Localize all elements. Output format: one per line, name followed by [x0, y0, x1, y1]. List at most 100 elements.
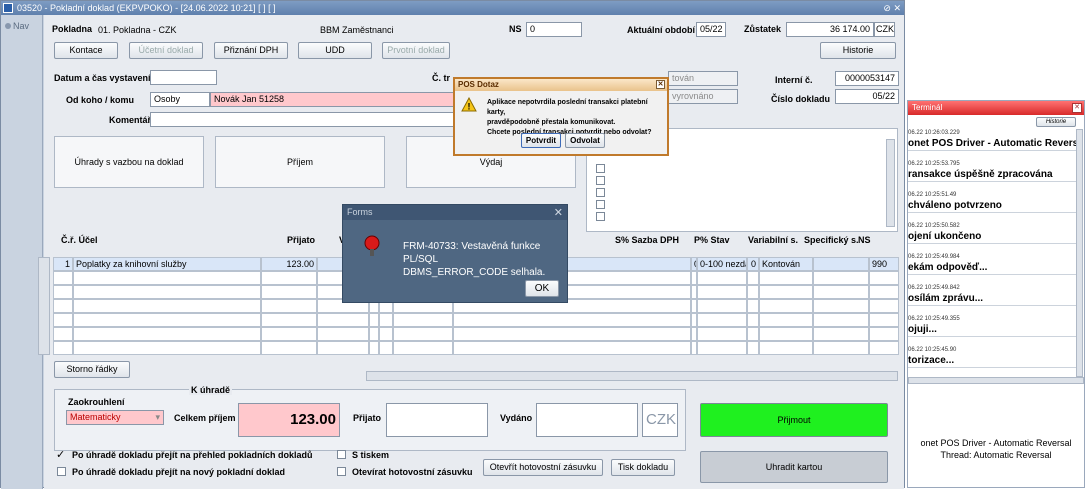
forms-close-icon[interactable]: ✕ — [554, 206, 563, 221]
table-cell[interactable] — [317, 341, 369, 355]
table-cell[interactable] — [379, 341, 393, 355]
potvrdit-button[interactable]: Potvrdit — [521, 133, 561, 148]
table-cell[interactable] — [393, 313, 453, 327]
panel-checkbox-3[interactable] — [596, 188, 605, 197]
uhrady-tile[interactable]: Úhrady s vazbou na doklad — [54, 136, 204, 188]
table-cell[interactable]: 1 — [53, 257, 73, 271]
table-cell[interactable] — [759, 341, 813, 355]
prvotni-doklad-button[interactable]: Prvotní doklad — [382, 42, 450, 59]
table-cell[interactable] — [747, 327, 759, 341]
table-cell[interactable] — [747, 299, 759, 313]
udd-button[interactable]: UDD — [298, 42, 372, 59]
table-cell[interactable] — [697, 285, 747, 299]
table-cell[interactable] — [317, 313, 369, 327]
table-cell[interactable]: 990 — [869, 257, 899, 271]
komentar-field[interactable] — [150, 112, 456, 127]
table-row[interactable] — [53, 327, 901, 341]
ok-button[interactable]: OK — [525, 280, 559, 297]
table-cell[interactable] — [53, 341, 73, 355]
table-cell[interactable] — [369, 313, 379, 327]
table-cell[interactable] — [73, 285, 261, 299]
table-cell[interactable] — [813, 341, 869, 355]
panel-checkbox-1[interactable] — [596, 164, 605, 173]
table-cell[interactable] — [747, 285, 759, 299]
table-cell[interactable] — [53, 271, 73, 285]
close-icon[interactable]: ✕ — [656, 80, 665, 89]
table-cell[interactable]: 0 — [747, 257, 759, 271]
table-cell[interactable] — [747, 271, 759, 285]
prijmout-button[interactable]: Přijmout — [700, 403, 888, 437]
table-cell[interactable] — [261, 285, 317, 299]
cislo-field[interactable]: 05/22 — [835, 89, 899, 104]
table-cell[interactable] — [453, 313, 691, 327]
table-cell[interactable] — [869, 299, 899, 313]
table-cell[interactable] — [697, 271, 747, 285]
panel-checkbox-2[interactable] — [596, 176, 605, 185]
table-cell[interactable]: 0-100 nezdanite — [697, 257, 747, 271]
table-cell[interactable] — [813, 327, 869, 341]
panel-checkbox-5[interactable] — [596, 212, 605, 221]
historie-button[interactable]: Historie — [820, 42, 896, 59]
zaokrouhleni-select[interactable]: Matematicky ▾ — [66, 410, 164, 425]
table-cell[interactable] — [697, 299, 747, 313]
table-cell[interactable] — [869, 271, 899, 285]
kontace-button[interactable]: Kontace — [54, 42, 118, 59]
table-cell[interactable] — [759, 285, 813, 299]
table-cell[interactable] — [379, 327, 393, 341]
table-cell[interactable] — [73, 327, 261, 341]
datum-field[interactable] — [150, 70, 217, 85]
nav-panel[interactable]: Nav — [1, 15, 43, 489]
prijato-field[interactable] — [386, 403, 488, 437]
table-cell[interactable] — [379, 313, 393, 327]
table-cell[interactable] — [697, 341, 747, 355]
table-cell[interactable] — [813, 299, 869, 313]
od-name-field[interactable]: Novák Jan 51258 — [210, 92, 456, 107]
terminal-close-icon[interactable]: ✕ — [1072, 103, 1082, 113]
table-cell[interactable] — [747, 341, 759, 355]
table-row[interactable] — [53, 313, 901, 327]
obdobi-field[interactable]: 05/22 — [696, 22, 726, 37]
table-cell[interactable] — [453, 327, 691, 341]
checkbox-1-checked-icon[interactable]: ✓ — [56, 448, 65, 461]
ns-field[interactable]: 0 — [526, 22, 582, 37]
table-cell[interactable] — [759, 271, 813, 285]
panel-scrollbar[interactable] — [886, 139, 895, 227]
table-cell[interactable] — [393, 327, 453, 341]
table-cell[interactable] — [813, 257, 869, 271]
grid-horizontal-scrollbar[interactable] — [366, 371, 898, 381]
table-cell[interactable] — [73, 271, 261, 285]
table-cell[interactable] — [813, 285, 869, 299]
table-cell[interactable] — [317, 327, 369, 341]
otevrit-zasuvku-button[interactable]: Otevřít hotovostní zásuvku — [483, 459, 603, 476]
prijem-tile[interactable]: Příjem — [215, 136, 385, 188]
ucetni-doklad-button[interactable]: Účetní doklad — [129, 42, 203, 59]
table-cell[interactable]: Kontován — [759, 257, 813, 271]
od-type-field[interactable]: Osoby — [150, 92, 210, 107]
table-cell[interactable] — [759, 327, 813, 341]
checkbox-zasuvka[interactable] — [337, 467, 346, 476]
terminal-historie-button[interactable]: Historie — [1036, 117, 1076, 127]
table-cell[interactable] — [261, 299, 317, 313]
table-cell[interactable] — [869, 285, 899, 299]
priznani-dph-button[interactable]: Přiznání DPH — [214, 42, 288, 59]
uhradit-kartou-button[interactable]: Uhradit kartou — [700, 451, 888, 483]
table-cell[interactable] — [813, 313, 869, 327]
table-cell[interactable] — [869, 327, 899, 341]
odvolat-button[interactable]: Odvolat — [565, 133, 605, 148]
table-cell[interactable] — [261, 313, 317, 327]
table-cell[interactable] — [53, 285, 73, 299]
table-cell[interactable] — [53, 313, 73, 327]
table-cell[interactable] — [759, 299, 813, 313]
table-cell[interactable] — [869, 341, 899, 355]
table-cell[interactable]: 123.00 — [261, 257, 317, 271]
terminal-horizontal-scrollbar[interactable] — [908, 377, 1084, 384]
checkbox-2[interactable] — [57, 467, 66, 476]
table-cell[interactable] — [73, 341, 261, 355]
table-cell[interactable] — [73, 299, 261, 313]
table-cell[interactable] — [869, 313, 899, 327]
table-cell[interactable] — [53, 299, 73, 313]
tisk-dokladu-button[interactable]: Tisk dokladu — [611, 459, 675, 476]
table-cell[interactable] — [759, 313, 813, 327]
table-cell[interactable] — [393, 341, 453, 355]
grid-vertical-scrollbar[interactable] — [38, 257, 50, 355]
